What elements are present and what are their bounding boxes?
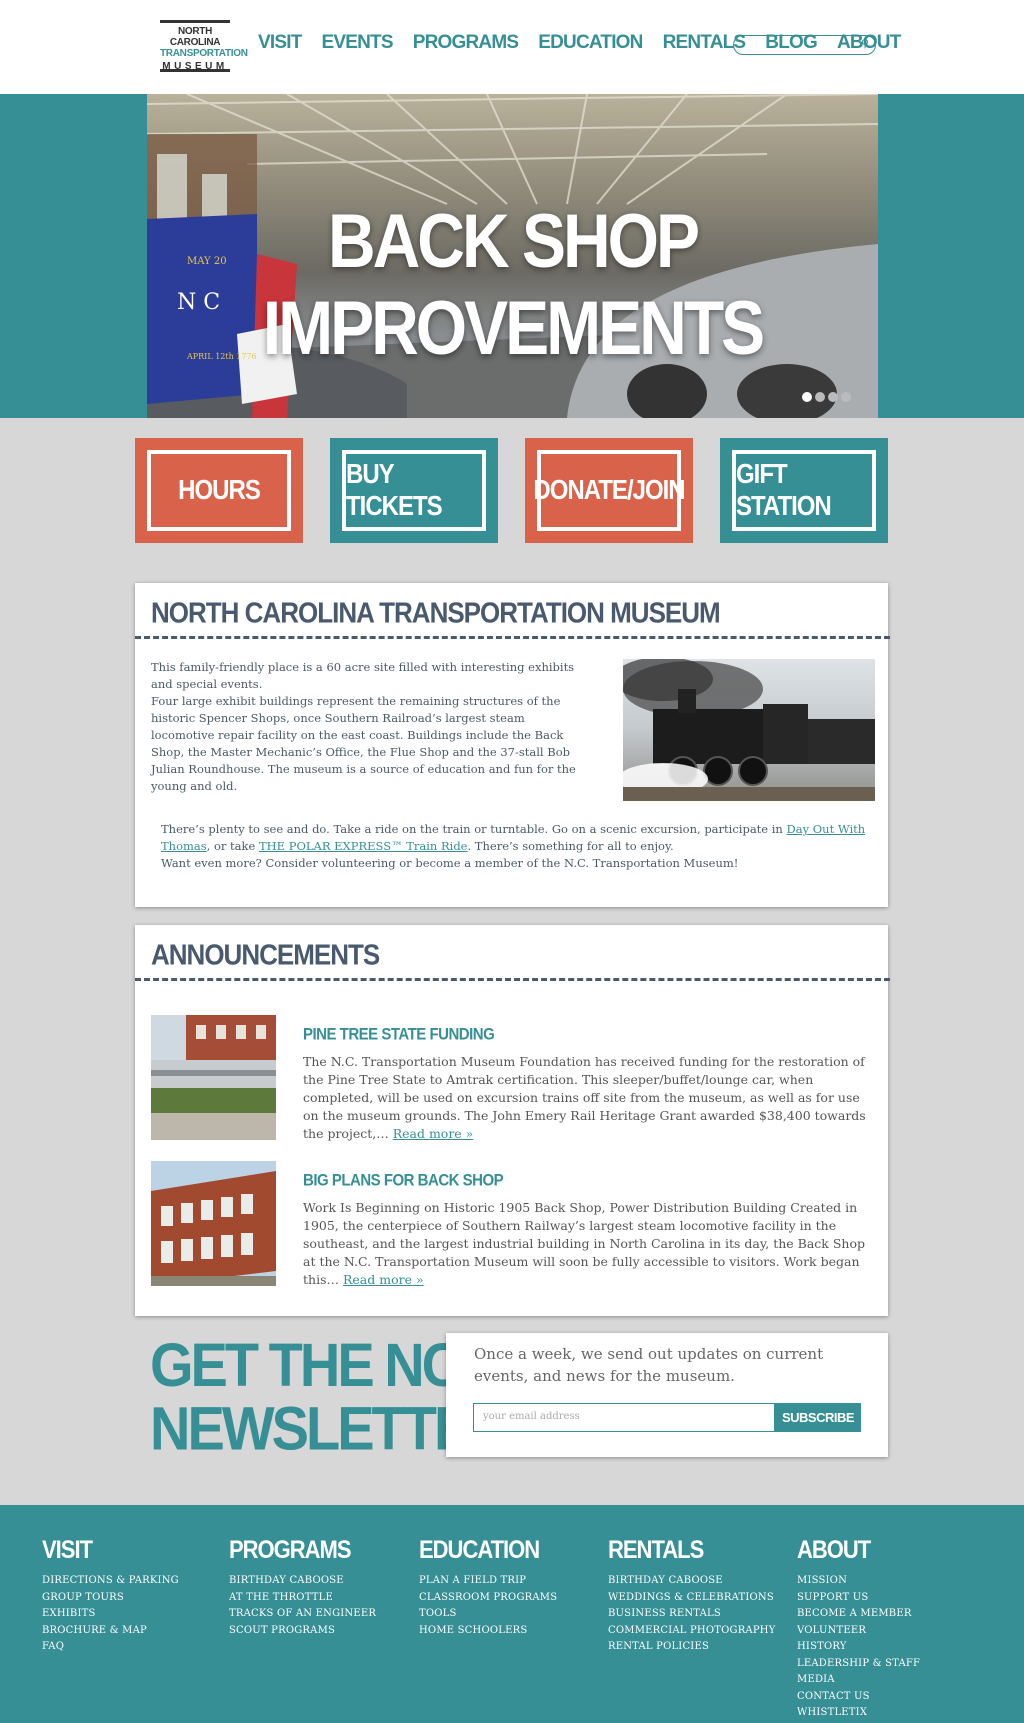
read-more-link[interactable]: Read more » [393,1126,474,1141]
footer-heading-rentals[interactable]: RENTALS [608,1535,776,1565]
site-header: NORTH CAROLINA TRANSPORTATION MUSEUM VIS… [0,0,1024,94]
email-field[interactable]: your email address [473,1403,775,1432]
footer-link[interactable]: PLAN A FIELD TRIP [419,1573,557,1590]
hero-title: BACK SHOP IMPROVEMENTS [262,197,765,371]
gift-station-button[interactable]: GIFT STATION [720,438,888,543]
footer-link[interactable]: WHISTLETIX [797,1705,920,1722]
announcements-panel: ANNOUNCEMENTS PINE TREE STATE FUNDING Th… [135,925,890,1316]
announcement-item: BIG PLANS FOR BACK SHOP Work Is Beginnin… [151,1161,871,1291]
about-more-d: Want even more? Consider volunteering or… [161,856,739,870]
footer-link[interactable]: SCOUT PROGRAMS [229,1623,376,1640]
buy-tickets-button[interactable]: BUY TICKETS [330,438,498,543]
footer-link[interactable]: WEDDINGS & CELEBRATIONS [608,1590,776,1607]
about-intro: This family-friendly place is a 60 acre … [151,659,591,795]
footer-link[interactable]: FAQ [42,1639,179,1656]
footer-link[interactable]: BECOME A MEMBER [797,1606,920,1623]
footer-link[interactable]: AT THE THROTTLE [229,1590,376,1607]
logo-line-2: TRANSPORTATION [160,48,248,59]
announcement-thumbnail[interactable] [151,1015,276,1140]
footer-link[interactable]: CONTACT US [797,1689,920,1706]
newsletter-description: Once a week, we send out updates on curr… [474,1345,824,1385]
footer-link[interactable]: EXHIBITS [42,1606,179,1623]
footer-link[interactable]: BROCHURE & MAP [42,1623,179,1640]
about-more-b: , or take [206,839,259,853]
hours-button[interactable]: HOURS [135,438,303,543]
announcement-body-text: The N.C. Transportation Museum Foundatio… [303,1054,866,1141]
footer-col-programs: PROGRAMS BIRTHDAY CABOOSE AT THE THROTTL… [229,1535,376,1639]
slider-dot-4[interactable] [841,392,851,402]
newsletter-form: Once a week, we send out updates on curr… [446,1333,888,1457]
footer-heading-education[interactable]: EDUCATION [419,1535,557,1565]
about-intro-2: Four large exhibit buildings represent t… [151,694,576,793]
footer-heading-about[interactable]: ABOUT [797,1535,920,1565]
footer-link[interactable]: LEADERSHIP & STAFF [797,1656,920,1673]
museum-logo[interactable]: NORTH CAROLINA TRANSPORTATION MUSEUM [160,20,248,72]
announcement-body: Work Is Beginning on Historic 1905 Back … [303,1199,873,1289]
hours-label: HOURS [178,474,261,506]
slider-dot-2[interactable] [815,392,825,402]
logo-line-1: NORTH CAROLINA [169,26,221,48]
footer-link[interactable]: RENTAL POLICIES [608,1639,776,1656]
nav-education[interactable]: EDUCATION [538,32,643,54]
announcement-title[interactable]: BIG PLANS FOR BACK SHOP [303,1171,504,1190]
about-divider [135,636,890,639]
search-icon[interactable]: ⚲ [861,37,869,50]
gift-station-label: GIFT STATION [736,458,832,522]
footer-link[interactable]: BUSINESS RENTALS [608,1606,776,1623]
hero-slider[interactable]: MAY 20 N C APRIL 12th 1776 BACK SHOP IMP… [147,94,878,418]
footer-link[interactable]: BIRTHDAY CABOOSE [229,1573,376,1590]
footer-link[interactable]: MISSION [797,1573,920,1590]
footer-link[interactable]: HOME SCHOOLERS [419,1623,557,1640]
footer-heading-visit[interactable]: VISIT [42,1535,179,1565]
slider-dots [802,392,851,402]
footer-col-rentals: RENTALS BIRTHDAY CABOOSE WEDDINGS & CELE… [608,1535,776,1656]
buy-tickets-label: BUY TICKETS [346,458,443,522]
announcement-body: The N.C. Transportation Museum Foundatio… [303,1053,873,1143]
subscribe-button[interactable]: SUBSCRIBE [775,1403,861,1432]
announcements-divider [135,978,890,981]
footer-col-visit: VISIT DIRECTIONS & PARKING GROUP TOURS E… [42,1535,179,1656]
nav-programs[interactable]: PROGRAMS [413,32,519,54]
announcement-title[interactable]: PINE TREE STATE FUNDING [303,1025,495,1044]
locomotive-image [623,659,875,801]
footer-col-about: ABOUT MISSION SUPPORT US BECOME A MEMBER… [797,1535,920,1722]
footer-link[interactable]: MEDIA [797,1672,920,1689]
about-panel: NORTH CAROLINA TRANSPORTATION MUSEUM Thi… [135,583,890,907]
footer-link[interactable]: GROUP TOURS [42,1590,179,1607]
announcement-item: PINE TREE STATE FUNDING The N.C. Transpo… [151,1015,871,1145]
about-more-c: . There’s something for all to enjoy. [467,839,674,853]
slider-dot-3[interactable] [828,392,838,402]
search-input[interactable]: ⚲ [733,35,876,55]
donate-join-button[interactable]: DONATE/JOIN [525,438,693,543]
polar-express-link[interactable]: THE POLAR EXPRESS™ Train Ride [259,839,468,853]
footer-link[interactable]: TOOLS [419,1606,557,1623]
footer-link[interactable]: VOLUNTEER [797,1623,920,1640]
about-intro-1: This family-friendly place is a 60 acre … [151,660,575,691]
footer-link[interactable]: DIRECTIONS & PARKING [42,1573,179,1590]
about-more: There’s plenty to see and do. Take a rid… [161,821,871,872]
donate-join-label: DONATE/JOIN [533,474,685,506]
nav-events[interactable]: EVENTS [322,32,394,54]
about-more-a: There’s plenty to see and do. Take a rid… [161,822,787,836]
nav-visit[interactable]: VISIT [258,32,302,54]
read-more-link[interactable]: Read more » [343,1272,424,1287]
footer-link[interactable]: CLASSROOM PROGRAMS [419,1590,557,1607]
footer-col-education: EDUCATION PLAN A FIELD TRIP CLASSROOM PR… [419,1535,557,1639]
footer-heading-programs[interactable]: PROGRAMS [229,1535,376,1565]
announcement-thumbnail[interactable] [151,1161,276,1286]
about-title: NORTH CAROLINA TRANSPORTATION MUSEUM [151,596,721,630]
footer-link[interactable]: BIRTHDAY CABOOSE [608,1573,776,1590]
logo-line-3: MUSEUM [162,61,228,72]
footer-link[interactable]: COMMERCIAL PHOTOGRAPHY [608,1623,776,1640]
footer-link[interactable]: HISTORY [797,1639,920,1656]
footer-link[interactable]: SUPPORT US [797,1590,920,1607]
footer-link[interactable]: TRACKS OF AN ENGINEER [229,1606,376,1623]
announcements-title: ANNOUNCEMENTS [151,938,380,972]
site-footer: VISIT DIRECTIONS & PARKING GROUP TOURS E… [0,1505,1024,1723]
slider-dot-1[interactable] [802,392,812,402]
